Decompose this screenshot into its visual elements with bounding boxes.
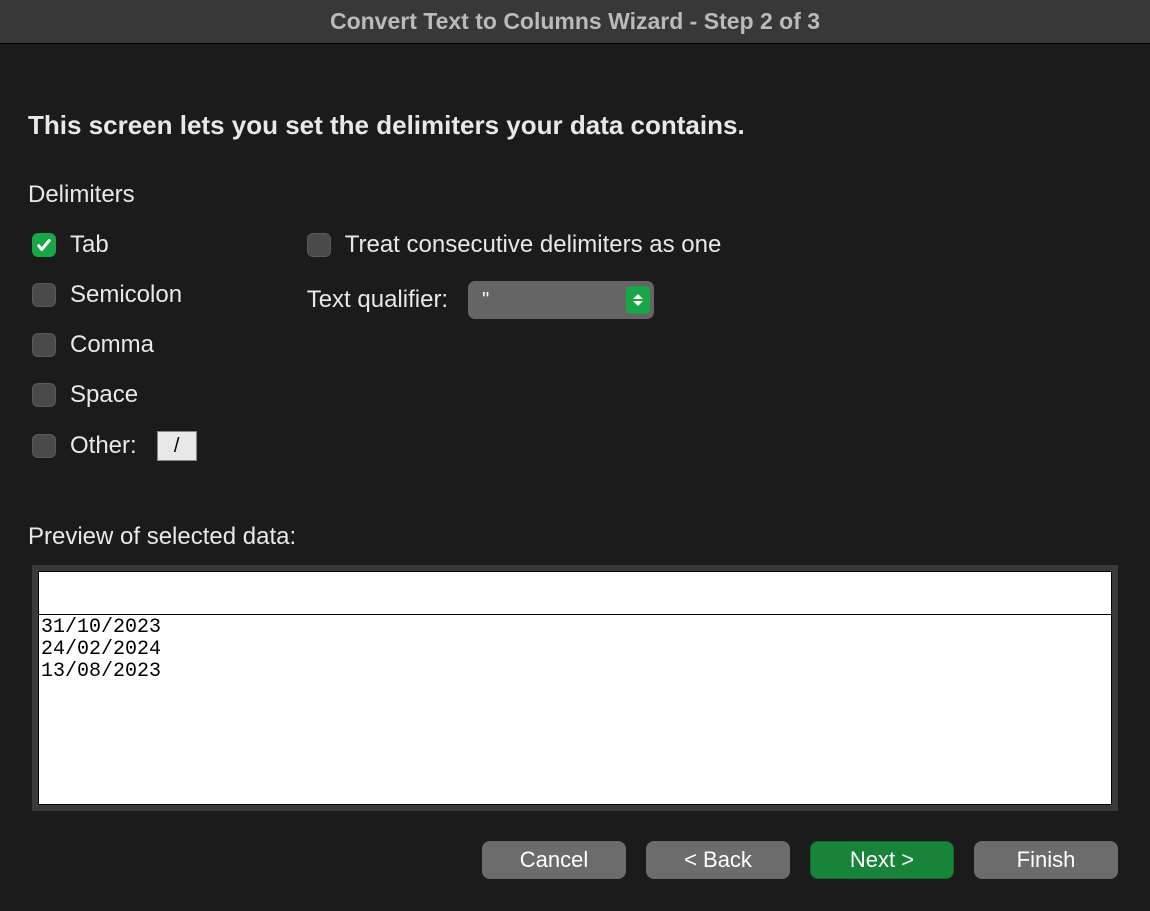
- preview-label: Preview of selected data:: [28, 523, 1118, 551]
- delimiters-section-label: Delimiters: [28, 181, 1118, 209]
- preview-container: 31/10/2023 24/02/2024 13/08/2023: [32, 565, 1118, 811]
- preview-row: 13/08/2023: [41, 661, 1109, 683]
- delimiters-column: Tab Semicolon Comma Space Other:: [32, 231, 197, 483]
- preview-body[interactable]: 31/10/2023 24/02/2024 13/08/2023: [38, 615, 1112, 805]
- tab-checkbox[interactable]: [32, 233, 56, 257]
- space-checkbox[interactable]: [32, 383, 56, 407]
- space-checkbox-row: Space: [32, 381, 197, 409]
- text-qualifier-select-wrapper: ": [468, 281, 654, 319]
- tab-checkbox-label: Tab: [70, 231, 109, 259]
- comma-checkbox[interactable]: [32, 333, 56, 357]
- window-title: Convert Text to Columns Wizard - Step 2 …: [0, 0, 1150, 44]
- preview-header: [38, 571, 1112, 615]
- text-qualifier-row: Text qualifier: ": [307, 281, 1118, 319]
- options-columns: Tab Semicolon Comma Space Other:: [32, 231, 1118, 483]
- description-text: This screen lets you set the delimiters …: [28, 110, 1118, 141]
- treat-consecutive-checkbox[interactable]: [307, 233, 331, 257]
- checkmark-icon: [35, 236, 53, 254]
- treat-consecutive-row: Treat consecutive delimiters as one: [307, 231, 1118, 259]
- space-checkbox-label: Space: [70, 381, 138, 409]
- tab-checkbox-row: Tab: [32, 231, 197, 259]
- back-button[interactable]: < Back: [646, 841, 790, 879]
- other-checkbox-row: Other:: [32, 431, 197, 461]
- other-delimiter-input[interactable]: [157, 431, 197, 461]
- button-row: Cancel < Back Next > Finish: [32, 841, 1118, 879]
- dialog-content: This screen lets you set the delimiters …: [0, 44, 1150, 911]
- options-right-column: Treat consecutive delimiters as one Text…: [277, 231, 1118, 483]
- next-button[interactable]: Next >: [810, 841, 954, 879]
- preview-row: 24/02/2024: [41, 639, 1109, 661]
- semicolon-checkbox-row: Semicolon: [32, 281, 197, 309]
- other-checkbox-label: Other:: [70, 432, 137, 460]
- comma-checkbox-row: Comma: [32, 331, 197, 359]
- semicolon-checkbox-label: Semicolon: [70, 281, 182, 309]
- preview-row: 31/10/2023: [41, 617, 1109, 639]
- chevron-updown-icon: [626, 286, 650, 314]
- comma-checkbox-label: Comma: [70, 331, 154, 359]
- finish-button[interactable]: Finish: [974, 841, 1118, 879]
- cancel-button[interactable]: Cancel: [482, 841, 626, 879]
- semicolon-checkbox[interactable]: [32, 283, 56, 307]
- treat-consecutive-label: Treat consecutive delimiters as one: [345, 231, 722, 259]
- other-checkbox[interactable]: [32, 434, 56, 458]
- text-qualifier-label: Text qualifier:: [307, 286, 448, 314]
